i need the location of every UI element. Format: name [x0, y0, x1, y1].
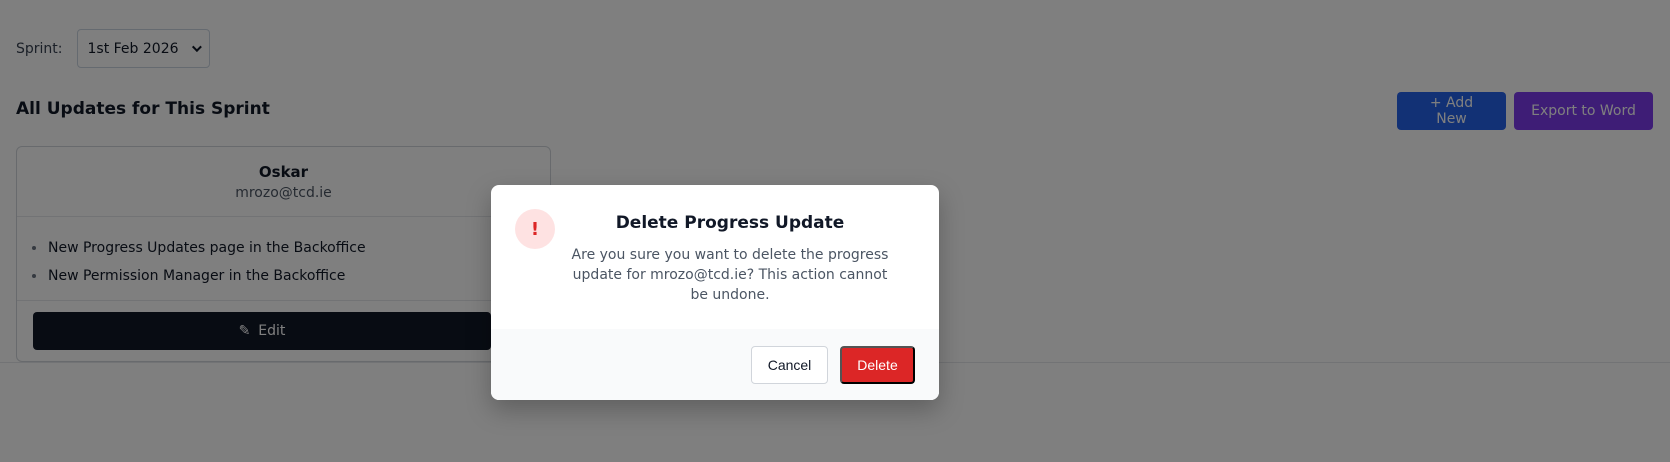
dialog-footer: Cancel Delete — [491, 329, 939, 400]
dialog-title: Delete Progress Update — [615, 213, 845, 233]
cancel-button[interactable]: Cancel — [751, 345, 828, 384]
dialog-message: Are you sure you want to delete the prog… — [571, 247, 889, 303]
delete-confirmation-dialog: ! Delete Progress Update Are you sure yo… — [491, 185, 939, 400]
progress-updates-page: Sprint: 1st Feb 2026 All Updates for Thi… — [0, 0, 1670, 462]
dialog-content: ! Delete Progress Update Are you sure yo… — [491, 185, 939, 329]
warning-icon: ! — [515, 209, 555, 249]
delete-button[interactable]: Delete — [840, 345, 915, 384]
